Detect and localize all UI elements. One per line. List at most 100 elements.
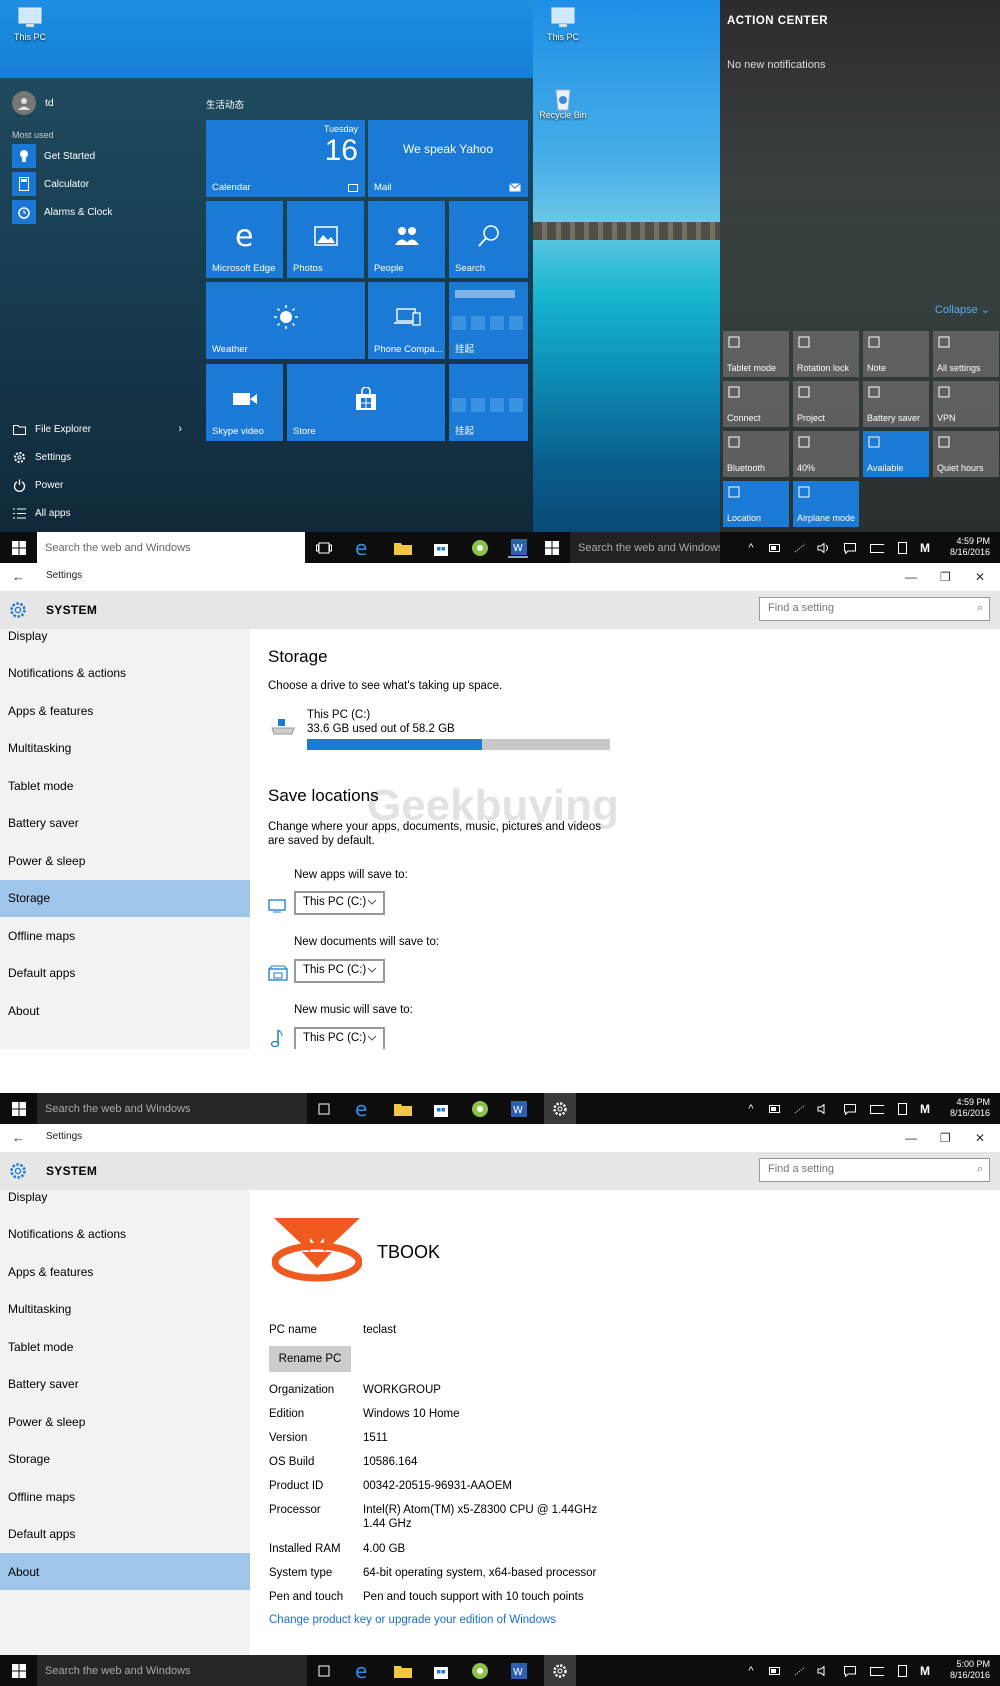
- sidebar-item-apps-features[interactable]: Apps & features: [0, 692, 250, 729]
- sidebar-item-default-apps[interactable]: Default apps: [0, 1516, 250, 1553]
- tile-skype-video[interactable]: Skype video: [206, 364, 283, 441]
- new-apps-location-select[interactable]: This PC (C:): [294, 891, 385, 915]
- taskbar-search-input-2[interactable]: Search the web and Windows: [570, 532, 720, 563]
- taskbar-clock[interactable]: 4:59 PM 8/16/2016: [950, 1097, 990, 1119]
- start-all-apps[interactable]: All apps: [12, 502, 71, 524]
- start-settings[interactable]: Settings: [12, 446, 71, 468]
- sidebar-item-display[interactable]: Display: [0, 617, 250, 654]
- minimize-icon[interactable]: —: [905, 1131, 917, 1145]
- keyboard-icon[interactable]: [870, 1664, 884, 1678]
- chevron-up-icon[interactable]: ^: [744, 541, 758, 555]
- back-arrow-icon[interactable]: ←: [12, 569, 25, 584]
- edge-icon[interactable]: e: [353, 538, 373, 558]
- settings-app-icon[interactable]: [544, 1093, 576, 1124]
- windows-start-icon[interactable]: [12, 1102, 26, 1116]
- windows-start-icon[interactable]: [12, 1664, 26, 1678]
- sidebar-item-about[interactable]: About: [0, 992, 250, 1029]
- task-view-icon[interactable]: [314, 1661, 334, 1681]
- find-setting-input[interactable]: Find a setting ⌕: [759, 597, 990, 621]
- task-view-icon[interactable]: [314, 1099, 334, 1119]
- quick-action-battery-saver[interactable]: Battery saver: [863, 381, 929, 427]
- wifi-icon[interactable]: [793, 1102, 807, 1116]
- start-file-explorer[interactable]: File Explorer ›: [12, 418, 182, 440]
- quick-action-bluetooth[interactable]: Bluetooth: [723, 431, 789, 477]
- volume-icon[interactable]: [817, 1102, 831, 1116]
- tile-mail[interactable]: We speak Yahoo Mail: [368, 120, 528, 197]
- folder-icon[interactable]: [393, 1099, 413, 1119]
- taskbar-clock[interactable]: 5:00 PM 8/16/2016: [950, 1659, 990, 1681]
- keyboard-icon[interactable]: [870, 1102, 884, 1116]
- desktop-icon-this-pc[interactable]: This PC: [0, 6, 60, 42]
- volume-icon[interactable]: [817, 1664, 831, 1678]
- tile-photos[interactable]: Photos: [287, 201, 364, 278]
- sidebar-item-battery-saver[interactable]: Battery saver: [0, 805, 250, 842]
- most-used-get-started[interactable]: Get Started: [12, 143, 95, 169]
- rename-pc-button[interactable]: Rename PC: [269, 1346, 351, 1372]
- store-icon[interactable]: [431, 1099, 451, 1119]
- android-app-icon[interactable]: [470, 1661, 490, 1681]
- battery-icon[interactable]: [768, 541, 782, 555]
- desktop-icon-this-pc-2[interactable]: This PC: [533, 6, 593, 42]
- windows-start-icon-2[interactable]: [542, 538, 562, 558]
- quick-action-note[interactable]: Note: [863, 331, 929, 377]
- taskbar-clock[interactable]: 4:59 PM 8/16/2016: [950, 536, 990, 558]
- sidebar-item-storage[interactable]: Storage: [0, 879, 250, 917]
- ime-indicator-icon[interactable]: M: [918, 1664, 932, 1678]
- edge-icon[interactable]: e: [353, 1099, 373, 1119]
- sidebar-item-multitasking[interactable]: Multitasking: [0, 730, 250, 767]
- tile-phone-companion[interactable]: Phone Compa...: [368, 282, 445, 359]
- collapse-button[interactable]: Collapse ⌄: [935, 303, 990, 316]
- new-music-location-select[interactable]: This PC (C:): [294, 1027, 385, 1049]
- back-arrow-icon[interactable]: ←: [12, 1130, 25, 1145]
- chevron-up-icon[interactable]: ^: [744, 1664, 758, 1678]
- word-icon[interactable]: W: [508, 1099, 528, 1119]
- task-view-icon[interactable]: [314, 538, 334, 558]
- change-product-key-link[interactable]: Change product key or upgrade your editi…: [269, 1614, 556, 1626]
- wifi-icon[interactable]: [793, 541, 807, 555]
- sidebar-item-offline-maps[interactable]: Offline maps: [0, 917, 250, 954]
- sidebar-item-tablet-mode[interactable]: Tablet mode: [0, 767, 250, 804]
- quick-action-all-settings[interactable]: All settings: [933, 331, 999, 377]
- edge-icon[interactable]: e: [353, 1661, 373, 1681]
- battery-icon[interactable]: [768, 1102, 782, 1116]
- battery-icon[interactable]: [768, 1664, 782, 1678]
- ime-indicator-icon[interactable]: M: [918, 541, 932, 555]
- tile-calendar[interactable]: Tuesday 16 Calendar: [206, 120, 365, 197]
- sidebar-item-multitasking[interactable]: Multitasking: [0, 1291, 250, 1328]
- sidebar-item-power-sleep[interactable]: Power & sleep: [0, 1403, 250, 1440]
- chevron-up-icon[interactable]: ^: [744, 1102, 758, 1116]
- windows-start-icon[interactable]: [12, 541, 26, 555]
- close-icon[interactable]: ✕: [975, 1131, 985, 1145]
- sidebar-item-power-sleep[interactable]: Power & sleep: [0, 842, 250, 879]
- quick-action-40[interactable]: 40%: [793, 431, 859, 477]
- quick-action-tablet-mode[interactable]: Tablet mode: [723, 331, 789, 377]
- action-center-icon[interactable]: [843, 541, 857, 555]
- sidebar-item-tablet-mode[interactable]: Tablet mode: [0, 1328, 250, 1365]
- sidebar-item-apps-features[interactable]: Apps & features: [0, 1253, 250, 1290]
- quick-action-vpn[interactable]: VPN: [933, 381, 999, 427]
- sidebar-item-storage[interactable]: Storage: [0, 1441, 250, 1478]
- most-used-calculator[interactable]: Calculator: [12, 171, 89, 197]
- quick-action-available[interactable]: Available: [863, 431, 929, 477]
- minimize-icon[interactable]: —: [905, 570, 917, 584]
- volume-icon[interactable]: [817, 541, 831, 555]
- settings-app-icon[interactable]: [544, 1655, 576, 1686]
- android-app-icon[interactable]: [470, 538, 490, 558]
- tablet-icon[interactable]: [895, 1664, 909, 1678]
- action-center-icon[interactable]: [843, 1102, 857, 1116]
- tile-weather[interactable]: Weather: [206, 282, 365, 359]
- restore-icon[interactable]: ❐: [940, 570, 951, 584]
- sidebar-item-offline-maps[interactable]: Offline maps: [0, 1478, 250, 1515]
- sidebar-item-notifications-actions[interactable]: Notifications & actions: [0, 1216, 250, 1253]
- wifi-icon[interactable]: [793, 1664, 807, 1678]
- user-account[interactable]: td: [12, 91, 54, 115]
- store-icon[interactable]: [431, 1661, 451, 1681]
- word-icon[interactable]: W: [508, 538, 528, 558]
- folder-icon[interactable]: [393, 1661, 413, 1681]
- taskbar-search-input[interactable]: Search the web and Windows: [37, 532, 305, 563]
- quick-action-project[interactable]: Project: [793, 381, 859, 427]
- keyboard-icon[interactable]: [870, 541, 884, 555]
- quick-action-location[interactable]: Location: [723, 481, 789, 527]
- close-icon[interactable]: ✕: [975, 570, 985, 584]
- tile-people[interactable]: People: [368, 201, 445, 278]
